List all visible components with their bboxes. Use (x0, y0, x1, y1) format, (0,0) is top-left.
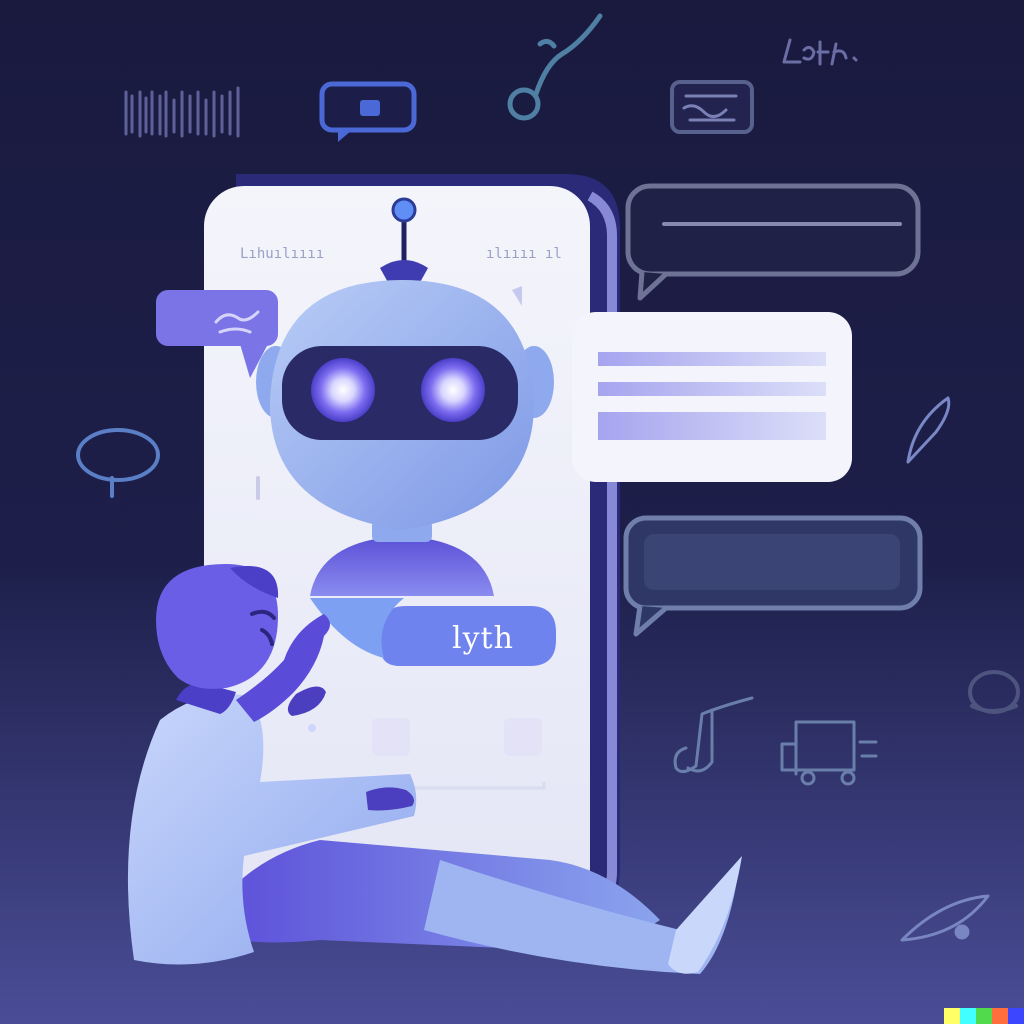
status-left: Lıhuılıııı (240, 246, 324, 262)
illustration-canvas: Lıhuılıııı ılıııı ıl lyth (0, 0, 1024, 1024)
white-chat-bubble (572, 312, 852, 482)
antenna-light (391, 197, 417, 223)
screen-tile-left (372, 718, 410, 756)
card-icon (670, 80, 754, 134)
screen-tile-right (504, 718, 542, 756)
reply-text: lyth (452, 621, 514, 656)
status-right: ılıııı ıl (486, 246, 562, 262)
robot-right-eye (421, 358, 485, 422)
color-strip (944, 1008, 1024, 1024)
robot-left-eye (311, 358, 375, 422)
